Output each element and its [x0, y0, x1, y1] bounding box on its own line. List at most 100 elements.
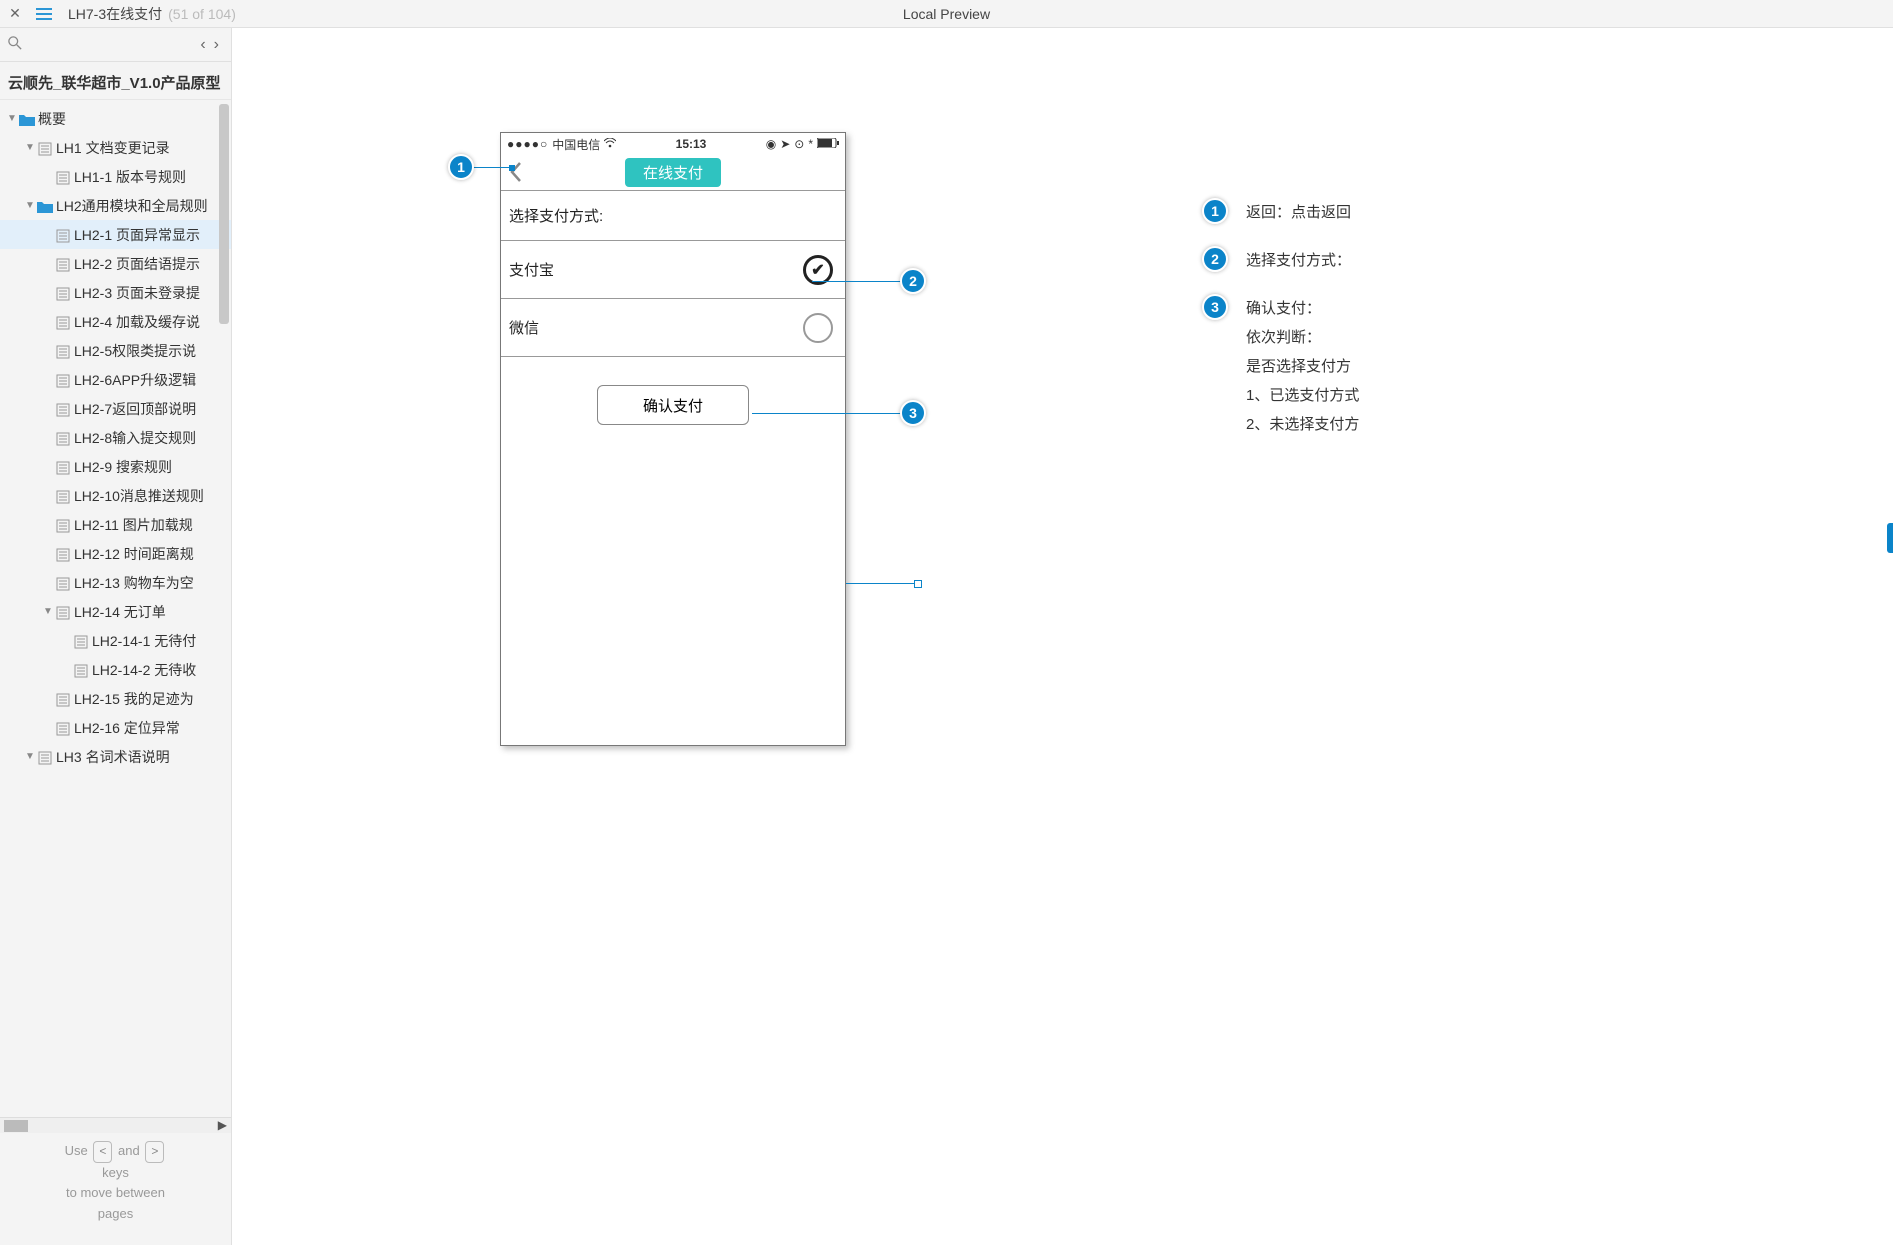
hscroll-thumb[interactable] [4, 1120, 28, 1132]
radio-checked-icon[interactable] [803, 255, 833, 285]
tree-item[interactable]: ▼LH2-7返回顶部说明 [0, 394, 231, 423]
tree-item[interactable]: ▼LH2-16 定位异常 [0, 713, 231, 742]
page-icon [54, 168, 72, 184]
footer-text: Use [65, 1143, 88, 1158]
tree-item[interactable]: ▼LH2-13 购物车为空 [0, 568, 231, 597]
tree-item-label: LH1-1 版本号规则 [74, 167, 186, 187]
page-icon [54, 603, 72, 619]
footer-text: to move between [4, 1183, 227, 1204]
tree-item[interactable]: ▼LH2-3 页面未登录提 [0, 278, 231, 307]
note-line: 1、已选支付方式 [1246, 384, 1359, 405]
sidebar: ‹ › 云顺先_联华超市_V1.0产品原型 ▼概要▼LH1 文档变更记录▼LH1… [0, 28, 232, 1245]
selection-handle-icon[interactable] [914, 580, 922, 588]
sidebar-toolbar: ‹ › [0, 28, 231, 62]
scroll-indicator [1887, 523, 1893, 553]
tree-item[interactable]: ▼LH2-6APP升级逻辑 [0, 365, 231, 394]
annotation-connector [752, 413, 904, 414]
tree-item[interactable]: ▼LH2-5权限类提示说 [0, 336, 231, 365]
tree-item-label: LH2-4 加载及缓存说 [74, 312, 200, 332]
tree-scrollbar-thumb[interactable] [219, 104, 229, 324]
tree-item-label: LH2-14 无订单 [74, 602, 166, 622]
page-tree[interactable]: ▼概要▼LH1 文档变更记录▼LH1-1 版本号规则▼LH2通用模块和全局规则▼… [0, 100, 231, 1117]
chevron-down-icon[interactable]: ▼ [24, 142, 36, 153]
wifi-icon [604, 137, 616, 151]
tree-item[interactable]: ▼LH2-1 页面异常显示 [0, 220, 231, 249]
page-icon [54, 400, 72, 416]
page-icon [54, 342, 72, 358]
pay-option-label: 支付宝 [509, 259, 554, 280]
compass-icon: ◉ [766, 137, 776, 151]
notes-panel: 1 返回：点击返回 2 选择支付方式： 3 确认支付： 依次判断： 是否选择支付… [1202, 198, 1602, 452]
tree-item[interactable]: ▼LH2-8输入提交规则 [0, 423, 231, 452]
page-icon [54, 371, 72, 387]
page-icon [72, 632, 90, 648]
key-right-icon: > [145, 1141, 164, 1162]
note-line: 是否选择支付方 [1246, 355, 1359, 376]
hscroll-right-icon[interactable]: ▶ [218, 1118, 227, 1132]
page-icon [54, 226, 72, 242]
tree-item[interactable]: ▼LH2-14-2 无待收 [0, 655, 231, 684]
note-bubble-2: 2 [1202, 246, 1228, 272]
preview-title: Local Preview [903, 6, 990, 22]
tree-item[interactable]: ▼ LH2通用模块和全局规则 [0, 191, 231, 220]
tree-item-label: LH2-13 购物车为空 [74, 573, 194, 593]
tree-item[interactable]: ▼ LH2-14 无订单 [0, 597, 231, 626]
prev-page-icon[interactable]: ‹ [196, 36, 209, 54]
close-icon[interactable]: ✕ [6, 5, 24, 22]
project-title: 云顺先_联华超市_V1.0产品原型 [0, 62, 231, 100]
page-icon [54, 313, 72, 329]
tree-item[interactable]: ▼LH2-10消息推送规则 [0, 481, 231, 510]
page-icon [54, 487, 72, 503]
tree-item[interactable]: ▼LH2-2 页面结语提示 [0, 249, 231, 278]
tree-item[interactable]: ▼LH2-9 搜索规则 [0, 452, 231, 481]
tree-item[interactable]: ▼LH2-4 加载及缓存说 [0, 307, 231, 336]
note-text-block: 确认支付： 依次判断： 是否选择支付方 1、已选支付方式 2、未选择支付方 [1246, 294, 1359, 442]
tab-count: (51 of 104) [168, 6, 236, 22]
tree-item[interactable]: ▼LH1-1 版本号规则 [0, 162, 231, 191]
page-icon [36, 748, 54, 764]
next-page-icon[interactable]: › [210, 36, 223, 54]
hamburger-icon[interactable] [30, 0, 58, 28]
pay-option-label: 微信 [509, 317, 539, 338]
confirm-pay-button[interactable]: 确认支付 [597, 385, 749, 425]
note-bubble-1: 1 [1202, 198, 1228, 224]
note-row-2: 2 选择支付方式： [1202, 246, 1602, 272]
folder-icon [18, 110, 36, 126]
section-label: 选择支付方式: [509, 205, 603, 226]
tree-item-label: LH2-11 图片加载规 [74, 515, 193, 535]
annotation-connector [472, 167, 512, 168]
chevron-down-icon[interactable]: ▼ [24, 751, 36, 762]
tree-item-label: LH2-7返回顶部说明 [74, 399, 196, 419]
chevron-down-icon[interactable]: ▼ [24, 200, 36, 211]
preview-canvas[interactable]: ●●●●○ 中国电信 15:13 ◉ ➤ ⊙ * 在线支付 选择支付方 [232, 28, 1893, 1245]
page-icon [54, 255, 72, 271]
tree-hscroll[interactable]: ▶ [0, 1117, 231, 1133]
tree-item[interactable]: ▼LH2-11 图片加载规 [0, 510, 231, 539]
tree-item-label: LH2-10消息推送规则 [74, 486, 204, 506]
tree-item[interactable]: ▼ 概要 [0, 104, 231, 133]
footer-text: and [118, 1143, 140, 1158]
tree-item-label: 概要 [38, 109, 66, 129]
page-icon [54, 545, 72, 561]
page-icon [54, 516, 72, 532]
pay-option-alipay[interactable]: 支付宝 [501, 241, 845, 299]
tree-item-label: LH2通用模块和全局规则 [56, 196, 208, 216]
pay-option-wechat[interactable]: 微信 [501, 299, 845, 357]
tree-item[interactable]: ▼LH2-12 时间距离规 [0, 539, 231, 568]
note-line: 2、未选择支付方 [1246, 413, 1359, 434]
tree-item-label: LH2-8输入提交规则 [74, 428, 196, 448]
tree-item[interactable]: ▼LH3 名词术语说明 [0, 742, 231, 771]
search-icon[interactable] [8, 36, 22, 53]
confirm-pay-label: 确认支付 [643, 395, 703, 416]
tree-item[interactable]: ▼LH2-14-1 无待付 [0, 626, 231, 655]
note-row-1: 1 返回：点击返回 [1202, 198, 1602, 224]
tree-item[interactable]: ▼LH2-15 我的足迹为 [0, 684, 231, 713]
annotation-bubble-1: 1 [448, 154, 474, 180]
page-icon [72, 661, 90, 677]
carrier-label: 中国电信 [552, 136, 600, 153]
radio-unchecked-icon[interactable] [803, 313, 833, 343]
tree-item-label: LH2-14-2 无待收 [92, 660, 196, 680]
chevron-down-icon[interactable]: ▼ [42, 606, 54, 617]
tree-item[interactable]: ▼LH1 文档变更记录 [0, 133, 231, 162]
chevron-down-icon[interactable]: ▼ [6, 113, 18, 124]
